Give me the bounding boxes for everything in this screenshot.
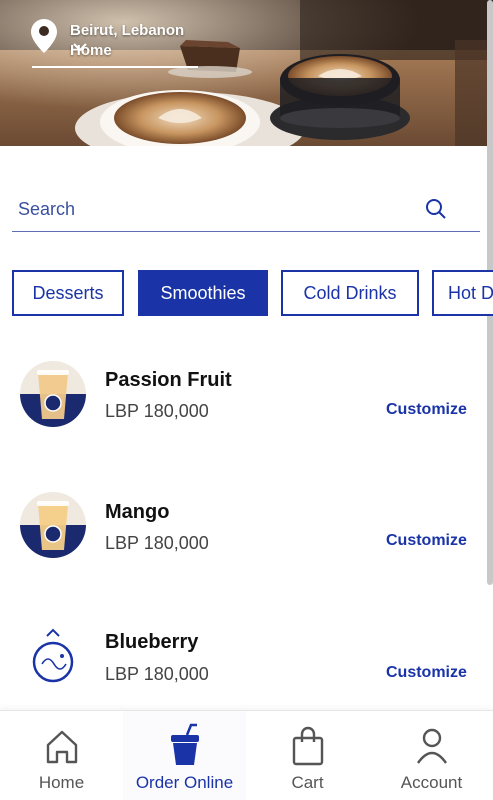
location-underline <box>32 66 198 68</box>
smoothie-cup-image <box>20 361 86 427</box>
search-icon[interactable] <box>425 198 447 220</box>
nav-account[interactable]: Account <box>370 711 493 800</box>
tab-label: Hot D <box>448 282 493 303</box>
nav-label: Home <box>38 773 85 792</box>
location-address[interactable]: Home <box>70 42 112 59</box>
smoothie-cup-image <box>20 492 86 558</box>
product-image <box>20 624 86 690</box>
location-city: Beirut, Lebanon <box>70 22 185 39</box>
app-screen: Beirut, Lebanon Home Desserts Smoothies … <box>0 0 493 800</box>
product-item[interactable]: Passion Fruit LBP 180,000 Customize <box>0 350 493 460</box>
nav-home[interactable]: Home <box>0 711 123 800</box>
customize-button[interactable]: Customize <box>386 532 467 550</box>
nav-order-online[interactable]: Order Online <box>123 711 246 800</box>
location-selector[interactable]: Beirut, Lebanon Home <box>30 18 200 70</box>
tab-label: Desserts <box>32 282 104 303</box>
product-name: Mango <box>105 501 170 523</box>
tab-smoothies[interactable]: Smoothies <box>138 270 268 316</box>
search-bar <box>12 188 480 232</box>
product-image <box>20 361 86 427</box>
location-pin-icon <box>31 19 57 53</box>
hero-banner: Beirut, Lebanon Home <box>0 0 493 146</box>
nav-label: Account <box>400 773 463 792</box>
user-icon <box>416 728 447 764</box>
product-price: LBP 180,000 <box>105 664 209 684</box>
drink-cup-icon <box>170 723 199 765</box>
tab-hot-drinks[interactable]: Hot D <box>432 270 493 316</box>
tab-label: Smoothies <box>160 282 246 303</box>
product-image <box>20 492 86 558</box>
product-price: LBP 180,000 <box>105 533 209 553</box>
tab-cold-drinks[interactable]: Cold Drinks <box>281 270 419 316</box>
category-tabs: Desserts Smoothies Cold Drinks Hot D <box>12 270 493 316</box>
customize-button[interactable]: Customize <box>386 664 467 682</box>
product-name: Blueberry <box>105 631 199 653</box>
tab-label: Cold Drinks <box>303 282 397 303</box>
nav-label: Order Online <box>135 773 234 792</box>
nav-label: Cart <box>291 773 324 792</box>
home-icon <box>46 730 77 764</box>
product-price: LBP 180,000 <box>105 401 209 421</box>
bottom-navigation: Home Order Online Cart Account <box>0 710 493 800</box>
nav-cart[interactable]: Cart <box>246 711 369 800</box>
product-item[interactable]: Blueberry LBP 180,000 Customize <box>0 614 493 724</box>
tab-desserts[interactable]: Desserts <box>12 270 124 316</box>
search-input[interactable] <box>18 194 418 224</box>
product-item[interactable]: Mango LBP 180,000 Customize <box>0 482 493 592</box>
product-name: Passion Fruit <box>105 369 232 391</box>
customize-button[interactable]: Customize <box>386 401 467 419</box>
chevron-down-icon <box>73 43 87 52</box>
shopping-bag-icon <box>292 726 323 766</box>
brand-logo-image <box>32 628 74 683</box>
